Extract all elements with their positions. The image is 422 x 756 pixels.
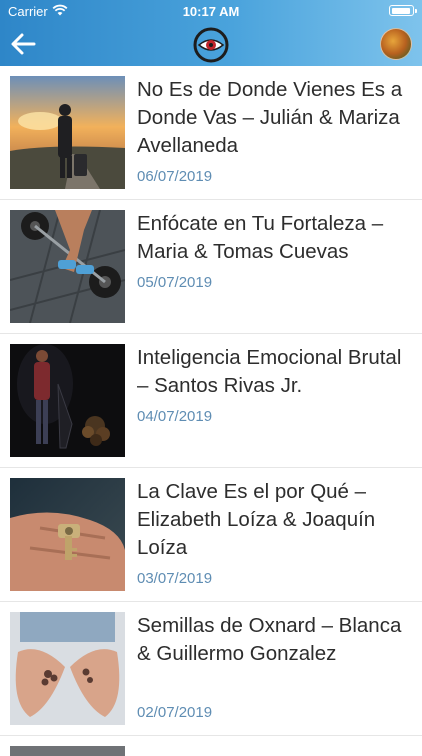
sermon-title: Semillas de Oxnard – Blanca & Guillermo … xyxy=(137,614,402,665)
back-arrow-icon[interactable] xyxy=(10,32,36,56)
navigation-bar xyxy=(0,22,422,66)
sermon-date: 03/07/2019 xyxy=(137,570,213,587)
top-bar: Carrier 10:17 AM xyxy=(0,0,422,66)
sermon-title: Enfócate en Tu Fortaleza – Maria & Tomas… xyxy=(137,212,384,263)
sermon-thumbnail xyxy=(10,612,125,725)
sermon-date: 05/07/2019 xyxy=(137,274,213,291)
list-item[interactable]: Enfócate en Tu Fortaleza – Maria & Tomas… xyxy=(0,200,422,334)
list-item[interactable]: Semillas de Oxnard – Blanca & Guillermo … xyxy=(0,602,422,736)
sermon-date: 02/07/2019 xyxy=(137,704,213,721)
sermon-date: 04/07/2019 xyxy=(137,408,213,425)
battery-icon xyxy=(389,5,417,16)
list-item[interactable]: La Clave Es el por Qué – Elizabeth Loíza… xyxy=(0,468,422,602)
status-time: 10:17 AM xyxy=(182,4,240,19)
list-item[interactable]: No Es de Donde Vienes Es a Donde Vas – J… xyxy=(0,66,422,200)
sermon-thumbnail xyxy=(10,76,125,189)
sermon-title: Inteligencia Emocional Brutal – Santos R… xyxy=(137,346,402,397)
sermon-thumbnail xyxy=(10,210,125,323)
sermon-title: No Es de Donde Vienes Es a Donde Vas – J… xyxy=(137,78,403,157)
sermon-thumbnail xyxy=(10,746,125,756)
sermon-thumbnail xyxy=(10,478,125,591)
sermon-date: 06/07/2019 xyxy=(137,168,213,185)
sermon-title: La Clave Es el por Qué – Elizabeth Loíza… xyxy=(137,480,376,559)
sermon-thumbnail xyxy=(10,344,125,457)
list-item[interactable]: Inteligencia Emocional Brutal – Santos R… xyxy=(0,334,422,468)
list-item-partial[interactable] xyxy=(0,736,422,756)
vision-sin-limites-logo xyxy=(193,27,229,63)
profile-avatar[interactable] xyxy=(380,28,412,60)
status-bar: Carrier 10:17 AM xyxy=(0,0,422,22)
